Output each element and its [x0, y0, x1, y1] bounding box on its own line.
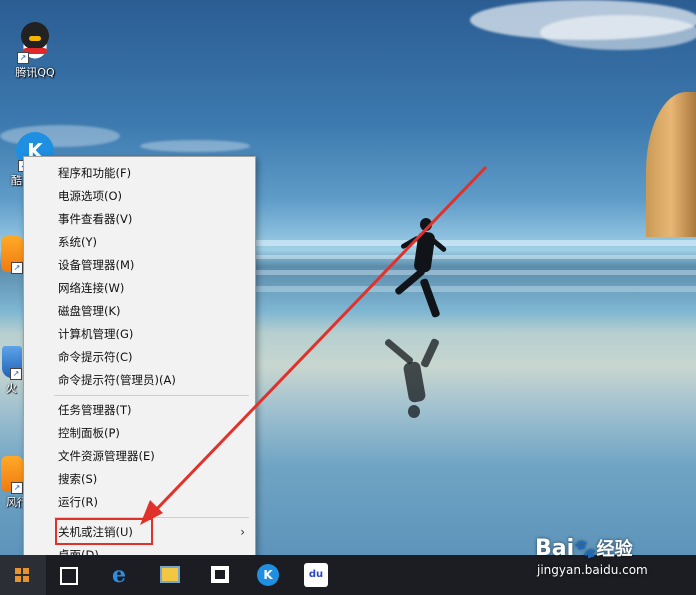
orange-app-icon: ↗	[1, 456, 23, 494]
qq-penguin-icon: ↗	[15, 22, 55, 64]
menu-item-label: 关机或注销(U)	[58, 525, 133, 539]
menu-item-computer-management[interactable]: 计算机管理(G)	[24, 323, 255, 345]
task-view-button[interactable]	[50, 555, 90, 595]
rock-cliff	[646, 92, 696, 237]
menu-item-file-explorer[interactable]: 文件资源管理器(E)	[24, 445, 255, 467]
desktop-icon-label: 腾讯QQ	[15, 66, 55, 79]
cloud	[540, 15, 696, 50]
paw-icon: 🐾	[574, 539, 597, 560]
wave	[250, 270, 696, 275]
shield-app-icon: ↗	[2, 346, 22, 380]
baidu-jingyan-watermark: Bai🐾经验	[535, 535, 633, 561]
desktop-icon-app[interactable]: ↗	[0, 236, 24, 274]
desktop-icon-label: 风行	[6, 496, 28, 509]
shortcut-arrow-icon: ↗	[17, 52, 29, 64]
menu-separator	[54, 517, 249, 518]
store-icon	[160, 566, 180, 583]
menu-item-command-prompt[interactable]: 命令提示符(C)	[24, 346, 255, 368]
kugou-taskbar-button[interactable]: K	[253, 555, 293, 595]
windows-store-icon	[211, 566, 229, 583]
watermark-brand: Bai	[535, 536, 575, 561]
menu-item-programs-features[interactable]: 程序和功能(F)	[24, 162, 255, 184]
menu-item-task-manager[interactable]: 任务管理器(T)	[24, 399, 255, 421]
edge-icon: e	[112, 562, 126, 588]
menu-separator	[54, 395, 249, 396]
start-button[interactable]	[0, 555, 46, 595]
baidu-taskbar-button[interactable]: du	[302, 555, 342, 595]
chevron-right-icon: ›	[240, 525, 245, 539]
wave	[250, 286, 696, 292]
winx-context-menu: 程序和功能(F) 电源选项(O) 事件查看器(V) 系统(Y) 设备管理器(M)…	[23, 156, 256, 567]
shortcut-arrow-icon: ↗	[11, 262, 23, 274]
watermark-suffix: 经验	[596, 539, 633, 560]
desktop-icon-qq[interactable]: ↗ 腾讯QQ	[7, 22, 63, 80]
kugou-icon: K	[257, 564, 279, 586]
windows-start-icon	[15, 568, 29, 582]
menu-item-disk-management[interactable]: 磁盘管理(K)	[24, 300, 255, 322]
menu-item-search[interactable]: 搜索(S)	[24, 468, 255, 490]
menu-item-command-prompt-admin[interactable]: 命令提示符(管理员)(A)	[24, 369, 255, 391]
menu-item-system[interactable]: 系统(Y)	[24, 231, 255, 253]
menu-item-device-manager[interactable]: 设备管理器(M)	[24, 254, 255, 276]
desktop-icon-security[interactable]: ↗ 火	[0, 346, 24, 396]
shortcut-arrow-icon: ↗	[11, 482, 23, 494]
task-view-icon	[60, 567, 78, 585]
orange-app-icon: ↗	[1, 236, 23, 274]
menu-item-event-viewer[interactable]: 事件查看器(V)	[24, 208, 255, 230]
menu-item-network-connections[interactable]: 网络连接(W)	[24, 277, 255, 299]
shortcut-arrow-icon: ↗	[10, 368, 22, 380]
desktop-icon-fengxing[interactable]: ↗ 风行	[0, 456, 28, 510]
watermark-url: jingyan.baidu.com	[537, 563, 648, 577]
baidu-app-icon: du	[304, 563, 328, 587]
wave	[250, 240, 696, 246]
windows-store-button[interactable]	[203, 555, 243, 595]
menu-item-control-panel[interactable]: 控制面板(P)	[24, 422, 255, 444]
wave	[250, 255, 696, 259]
menu-item-power-options[interactable]: 电源选项(O)	[24, 185, 255, 207]
edge-button[interactable]: e	[102, 555, 142, 595]
desktop-icon-label: 火	[6, 382, 17, 395]
store-button[interactable]	[152, 555, 192, 595]
menu-item-shutdown-signout[interactable]: 关机或注销(U) ›	[24, 521, 255, 543]
cloud	[140, 140, 250, 152]
menu-item-run[interactable]: 运行(R)	[24, 491, 255, 513]
